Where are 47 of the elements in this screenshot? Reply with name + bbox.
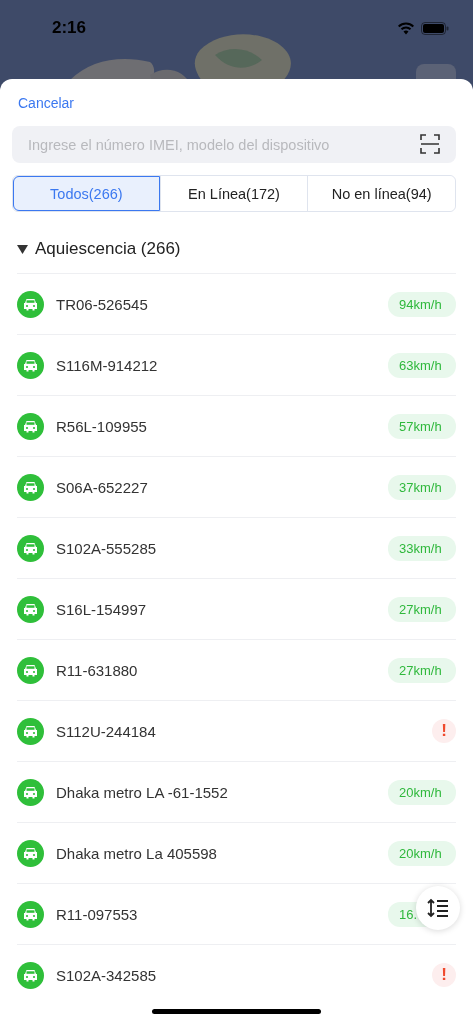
device-name: Dhaka metro La 405598 <box>56 844 218 862</box>
car-icon <box>17 412 44 440</box>
filter-tab[interactable]: Todos(266) <box>13 176 160 211</box>
speed-badge: 37km/h <box>388 474 456 500</box>
device-name: S06A-652227 <box>56 478 149 496</box>
car-icon <box>17 534 44 562</box>
car-icon <box>17 595 44 623</box>
sort-icon <box>427 898 449 918</box>
car-icon <box>17 839 44 867</box>
speed-badge: 94km/h <box>388 291 456 317</box>
car-icon <box>17 656 44 684</box>
filter-tab[interactable]: No en línea(94) <box>307 176 455 211</box>
car-icon <box>17 900 44 928</box>
device-name: S102A-342585 <box>56 966 158 984</box>
car-icon <box>17 290 44 318</box>
speed-badge: 33km/h <box>388 535 456 561</box>
speed-badge: 20km/h <box>388 840 456 866</box>
group-title: Aquiescencia (266) <box>35 239 181 259</box>
car-icon <box>17 473 44 501</box>
alert-badge: ! <box>432 719 456 743</box>
car-icon <box>17 778 44 806</box>
device-name: R56L-109955 <box>56 417 148 435</box>
device-name: R11-097553 <box>56 905 139 923</box>
car-icon <box>17 961 44 989</box>
caret-icon[interactable] <box>17 244 28 254</box>
scan-icon[interactable] <box>420 134 440 154</box>
speed-badge: 20km/h <box>388 779 456 805</box>
device-name: S102A-555285 <box>56 539 158 557</box>
battery-icon <box>421 21 449 35</box>
speed-badge: 57km/h <box>388 413 456 439</box>
device-name: R11-631880 <box>56 661 139 679</box>
device-name: S16L-154997 <box>56 600 148 618</box>
speed-badge: 27km/h <box>388 596 456 622</box>
speed-badge: 63km/h <box>388 352 456 378</box>
sort-button[interactable] <box>416 886 460 930</box>
cancel-link[interactable]: Cancelar <box>18 93 75 113</box>
device-name: Dhaka metro LA -61-1552 <box>56 783 229 801</box>
device-name: TR06-526545 <box>56 295 149 313</box>
wifi-icon <box>397 21 415 35</box>
device-name: S116M-914212 <box>56 356 159 374</box>
search-field[interactable]: Ingrese el número IMEI, modelo del dispositivo <box>12 126 456 163</box>
device-name: S112U-244184 <box>56 722 157 740</box>
car-icon <box>17 351 44 379</box>
car-icon <box>17 717 44 745</box>
speed-badge: 27km/h <box>388 657 456 683</box>
status-time: 2:16 <box>52 18 87 38</box>
alert-badge: ! <box>432 963 456 987</box>
